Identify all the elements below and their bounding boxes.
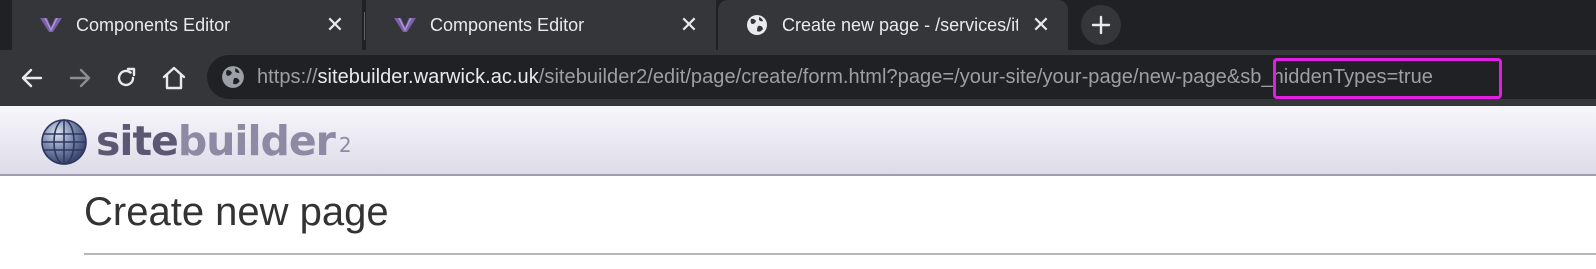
forward-button[interactable] — [62, 60, 98, 96]
plus-icon — [1091, 15, 1111, 35]
url-path: /sitebuilder2/edit/page/create/form.html… — [538, 66, 1227, 88]
tab-strip: Components Editor ✕ Components Editor ✕ … — [0, 0, 1596, 50]
home-icon — [162, 66, 186, 90]
back-button[interactable] — [14, 60, 50, 96]
browser-toolbar: https://sitebuilder.warwick.ac.uk/sitebu… — [0, 50, 1596, 106]
url-scheme: https:// — [257, 66, 318, 88]
sitebuilder-globe-logo-icon — [40, 118, 88, 166]
address-bar[interactable]: https://sitebuilder.warwick.ac.uk/sitebu… — [207, 55, 1596, 99]
arrow-left-icon — [21, 68, 43, 88]
close-tab-icon[interactable]: ✕ — [676, 12, 702, 38]
logo-site: site — [96, 117, 179, 165]
tab-create-new-page[interactable]: Create new page - /services/its/i ✕ — [718, 0, 1068, 50]
title-divider — [84, 253, 1596, 255]
sitebuilder-tab-icon — [40, 14, 62, 36]
page-title: Create new page — [84, 190, 389, 234]
reload-icon — [117, 67, 136, 87]
tab-title: Create new page - /services/its/i — [782, 14, 1018, 35]
sitebuilder-header: sitebuilder 2 — [0, 106, 1596, 176]
sitebuilder-tab-icon — [394, 14, 416, 36]
highlight-annotation-box — [1273, 58, 1502, 99]
site-info-globe-icon[interactable] — [221, 65, 245, 89]
home-button[interactable] — [156, 60, 192, 96]
close-tab-icon[interactable]: ✕ — [322, 12, 348, 38]
url-text[interactable]: https://sitebuilder.warwick.ac.uk/sitebu… — [257, 55, 1433, 99]
globe-icon — [746, 14, 768, 36]
url-host: sitebuilder.warwick.ac.uk — [317, 66, 539, 88]
reload-button[interactable] — [108, 60, 144, 96]
logo-version: 2 — [338, 133, 352, 157]
tab-divider — [364, 12, 365, 40]
tab-components-editor-1[interactable]: Components Editor ✕ — [12, 0, 362, 50]
logo-builder: builder — [177, 117, 336, 165]
sitebuilder-logo[interactable]: sitebuilder 2 — [96, 114, 352, 168]
tab-title: Components Editor — [76, 14, 231, 35]
arrow-right-icon — [69, 68, 91, 88]
new-tab-button[interactable] — [1081, 5, 1121, 45]
tab-components-editor-2[interactable]: Components Editor ✕ — [366, 0, 716, 50]
close-tab-icon[interactable]: ✕ — [1028, 12, 1054, 38]
tab-title: Components Editor — [430, 14, 585, 35]
